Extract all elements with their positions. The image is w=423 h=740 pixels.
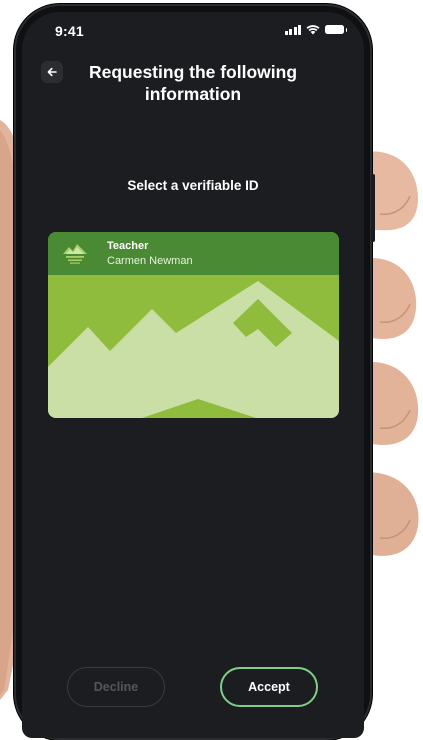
phone-screen: 9:41 Requesting the following informatio… — [22, 12, 364, 738]
signal-icon — [284, 24, 301, 35]
card-holder-name: Carmen Newman — [107, 255, 193, 267]
arrow-left-icon — [47, 67, 57, 77]
phone-side-button — [371, 174, 375, 242]
card-mountain-artwork — [48, 275, 339, 418]
card-title: Teacher — [107, 240, 149, 252]
stage: 9:41 Requesting the following informatio… — [0, 0, 423, 740]
card-header: Teacher Carmen Newman — [48, 232, 339, 275]
battery-icon — [325, 25, 347, 34]
mountain-logo-icon — [63, 244, 87, 264]
decline-button[interactable]: Decline — [67, 667, 165, 707]
accept-button[interactable]: Accept — [220, 667, 318, 707]
status-time: 9:41 — [55, 23, 84, 39]
wifi-icon — [306, 25, 320, 35]
page-title: Requesting the following information — [88, 62, 298, 104]
status-bar: 9:41 — [22, 12, 364, 48]
status-icons — [284, 24, 347, 35]
verifiable-id-card[interactable]: Teacher Carmen Newman — [48, 232, 339, 418]
back-button[interactable] — [41, 61, 63, 83]
select-id-prompt: Select a verifiable ID — [127, 178, 259, 193]
